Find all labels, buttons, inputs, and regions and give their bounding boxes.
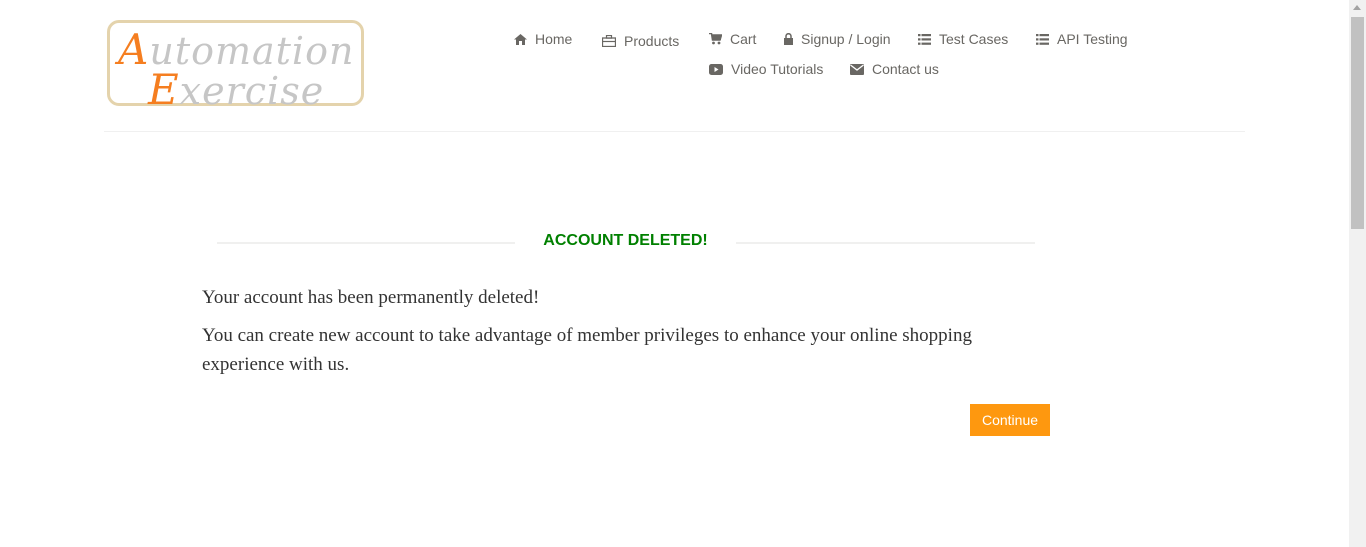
title-rule-right [736, 242, 1035, 244]
envelope-icon [850, 63, 864, 75]
continue-button[interactable]: Continue [970, 404, 1050, 436]
nav-cart[interactable]: Cart [709, 31, 756, 47]
logo-cap-e: E [148, 65, 180, 114]
nav-test-cases-label: Test Cases [939, 31, 1009, 47]
nav-home-label: Home [535, 31, 573, 47]
vertical-scrollbar[interactable] [1349, 0, 1366, 547]
nav-products-label: Products [624, 33, 680, 49]
scroll-thumb[interactable] [1351, 17, 1364, 229]
title-rule-left [217, 242, 515, 244]
header-divider [104, 131, 1245, 132]
logo-cap-a: A [118, 25, 150, 74]
nav-home[interactable]: Home [514, 31, 572, 47]
nav-signup-login[interactable]: Signup / Login [784, 31, 891, 47]
cart-icon [709, 33, 722, 45]
scroll-up-arrow-icon[interactable] [1353, 5, 1361, 10]
youtube-play-icon [709, 63, 723, 75]
page: Automation Exercise Home Products Cart S… [0, 0, 1366, 547]
nav-contact-label: Contact us [872, 61, 939, 77]
logo-line-2: Exercise [148, 69, 324, 111]
info-message: You can create new account to take advan… [202, 325, 972, 375]
list-icon [918, 33, 931, 45]
nav-login-label: Signup / Login [801, 31, 891, 47]
page-title: ACCOUNT DELETED! [543, 232, 708, 249]
briefcase-icon [602, 35, 616, 47]
nav-api-testing-label: API Testing [1057, 31, 1128, 47]
nav-cart-label: Cart [730, 31, 757, 47]
home-icon [514, 33, 527, 45]
logo-text-2: xercise [179, 69, 325, 113]
list-icon [1036, 33, 1049, 45]
nav-test-cases[interactable]: Test Cases [918, 31, 1008, 47]
nav-video-tutorials[interactable]: Video Tutorials [709, 61, 823, 77]
logo-text-1: utomation [149, 29, 355, 73]
deleted-message: Your account has been permanently delete… [202, 287, 540, 308]
nav-products[interactable]: Products [602, 33, 679, 49]
nav-video-label: Video Tutorials [731, 61, 824, 77]
nav-api-testing[interactable]: API Testing [1036, 31, 1128, 47]
lock-icon [784, 33, 793, 45]
site-logo[interactable]: Automation Exercise [107, 20, 364, 111]
nav-contact-us[interactable]: Contact us [850, 61, 939, 77]
